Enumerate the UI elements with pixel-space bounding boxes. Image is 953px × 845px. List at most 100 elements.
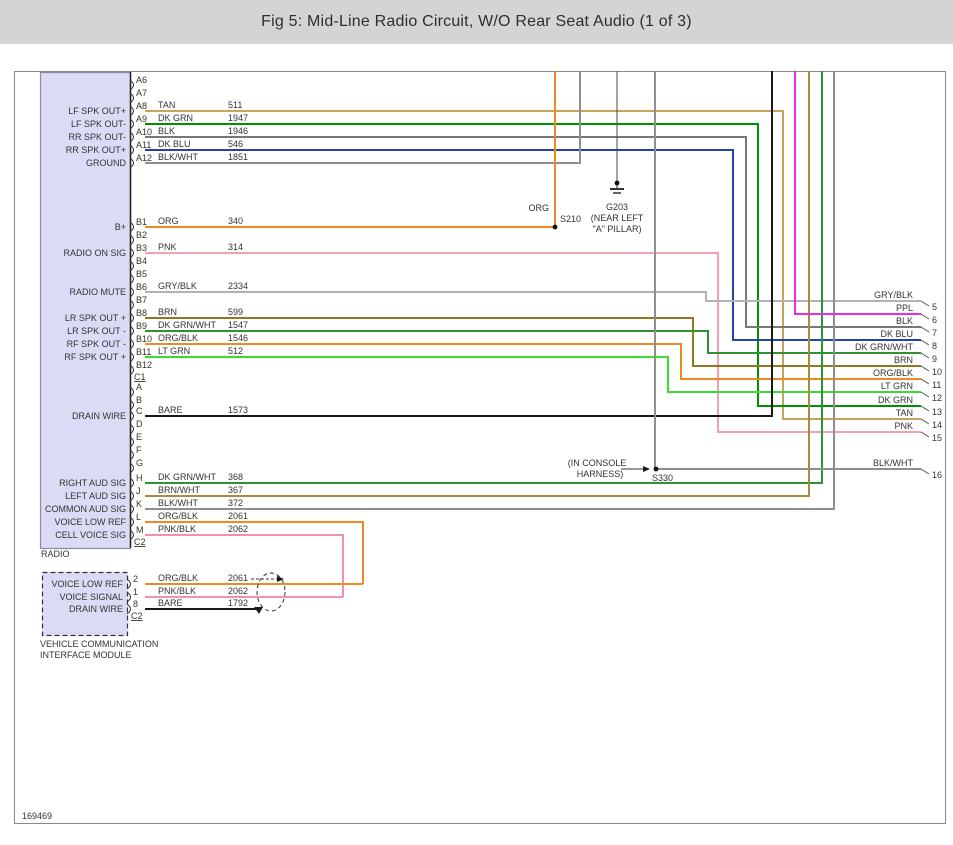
drain-arrow-head — [254, 607, 263, 614]
terminal-wire-label-6: PPL — [896, 303, 913, 313]
pin-id-vcim-2: 2 — [133, 574, 138, 584]
wire-a10-blk-1946 — [145, 136, 921, 328]
wire-color-label-radio-H: DK GRN/WHT — [158, 472, 216, 482]
ground-dot-g203 — [614, 180, 620, 186]
pin-signal-radio-A12: GROUND — [86, 158, 126, 168]
pin-signal-radio-C: DRAIN WIRE — [72, 411, 126, 421]
wire-circuit-label-radio-L: 2061 — [228, 511, 248, 521]
wire-circuit-label-radio-B9: 1547 — [228, 320, 248, 330]
pin-id-radio-A12: A12 — [136, 153, 152, 163]
terminal-number-8: 8 — [932, 341, 937, 351]
pin-id-radio-B8: B8 — [136, 308, 147, 318]
pin-id-radio-H: H — [136, 473, 143, 483]
wire-circuit-label-radio-M: 2062 — [228, 524, 248, 534]
pin-signal-radio-B6: RADIO MUTE — [69, 287, 126, 297]
pin-id-radio-A: A — [136, 382, 142, 392]
terminal-wire-label-7: BLK — [896, 316, 913, 326]
wiring-diagram: A6A7A8LF SPK OUT+TAN 511A9LF SPK OUT-DK G… — [14, 71, 946, 824]
wire-color-label-radio-A11: DK BLU — [158, 139, 191, 149]
terminal-number-12: 12 — [932, 393, 942, 403]
pin-id-radio-J: J — [136, 486, 141, 496]
pin-signal-radio-M: CELL VOICE SIG — [55, 530, 126, 540]
terminal-tick-13 — [920, 405, 930, 412]
pin-id-radio-G: G — [136, 458, 143, 468]
wire-circuit-label-radio-A10: 1946 — [228, 126, 248, 136]
pin-id-radio-F: F — [136, 445, 142, 455]
pin-signal-radio-B11: RF SPK OUT + — [64, 352, 126, 362]
wire-color-label-radio-J: BRN/WHT — [158, 485, 200, 495]
terminal-wire-label-11: ORG/BLK — [873, 368, 913, 378]
wire-a11-dkblu-546 — [145, 149, 921, 341]
pin-signal-radio-B3: RADIO ON SIG — [63, 248, 126, 258]
pin-signal-vcim-2: VOICE LOW REF — [51, 579, 123, 589]
pin-id-vcim-8: 8 — [133, 599, 138, 609]
console-arrow-head — [643, 466, 650, 472]
terminal-tick-6 — [920, 313, 930, 320]
wire-circuit-label-radio-A11: 546 — [228, 139, 243, 149]
pin-id-radio-B5: B5 — [136, 269, 147, 279]
figure-viewer-page: Fig 5: Mid-Line Radio Circuit, W/O Rear … — [0, 0, 953, 845]
console-note-2: HARNESS) — [577, 469, 624, 479]
pin-signal-radio-A8: LF SPK OUT+ — [68, 106, 126, 116]
pin-id-vcim-1: 1 — [133, 587, 138, 597]
terminal-wire-label-12: LT GRN — [881, 381, 913, 391]
terminal-wire-label-9: DK GRN/WHT — [855, 342, 913, 352]
wire-circuit-label-vcim-8: 1792 — [228, 598, 248, 608]
wire-circuit-label-radio-A9: 1947 — [228, 113, 248, 123]
terminal-number-16: 16 — [932, 470, 942, 480]
wire-circuit-label-radio-C: 1573 — [228, 405, 248, 415]
wire-color-label-vcim-8: BARE — [158, 598, 183, 608]
terminal-number-6: 6 — [932, 315, 937, 325]
pin-signal-radio-A10: RR SPK OUT- — [68, 132, 126, 142]
pin-id-radio-B10: B10 — [136, 334, 152, 344]
terminal-tick-12 — [920, 391, 930, 398]
wire-color-label-radio-B3: PNK — [158, 242, 177, 252]
wire-ppl-riser-term6 — [794, 71, 921, 315]
pin-id-radio-A11: A11 — [136, 140, 151, 150]
terminal-tick-14 — [920, 418, 930, 425]
pin-signal-radio-J: LEFT AUD SIG — [65, 491, 126, 501]
connector-label-radio-0: RADIO — [41, 549, 70, 559]
pin-id-radio-E: E — [136, 432, 142, 442]
pin-signal-radio-B8: LR SPK OUT + — [65, 313, 126, 323]
wire-circuit-label-radio-B6: 2334 — [228, 281, 248, 291]
pin-id-radio-B3: B3 — [136, 243, 147, 253]
terminal-wire-label-8: DK BLU — [880, 329, 913, 339]
pin-id-radio-K: K — [136, 499, 142, 509]
terminal-tick-11 — [920, 378, 930, 385]
terminal-tick-5 — [920, 300, 930, 307]
wire-color-label-radio-B1: ORG — [158, 216, 179, 226]
wire-circuit-label-radio-B11: 512 — [228, 346, 243, 356]
wire-color-label-radio-L: ORG/BLK — [158, 511, 198, 521]
pin-signal-vcim-8: DRAIN WIRE — [69, 604, 123, 614]
pin-id-radio-B6: B6 — [136, 282, 147, 292]
splice-s210-label: S210 — [560, 214, 581, 224]
ground-g203-note-1: (NEAR LEFT — [591, 213, 644, 223]
wire-color-label-radio-A8: TAN — [158, 100, 175, 110]
wire-b6-gryblk-2334 — [145, 291, 921, 302]
wire-circuit-label-radio-K: 372 — [228, 498, 243, 508]
connector-label-vcim-0: VEHICLE COMMUNICATION — [40, 639, 158, 649]
connector-section-vcim-C2: C2 — [131, 611, 143, 621]
wire-circuit-label-radio-J: 367 — [228, 485, 243, 495]
terminal-tick-7 — [920, 326, 930, 333]
wire-color-label-radio-A9: DK GRN — [158, 113, 193, 123]
wire-circuit-label-radio-B3: 314 — [228, 242, 243, 252]
wire-a8-tan-511 — [145, 110, 921, 420]
pin-id-radio-B1: B1 — [136, 217, 147, 227]
pin-id-radio-D: D — [136, 419, 143, 429]
terminal-wire-label-15: PNK — [894, 421, 913, 431]
pin-signal-radio-L: VOICE LOW REF — [54, 517, 126, 527]
wire-circuit-label-radio-B8: 599 — [228, 307, 243, 317]
connector-label-vcim-1: INTERFACE MODULE — [40, 650, 132, 660]
pin-signal-radio-A9: LF SPK OUT- — [71, 119, 126, 129]
pin-id-radio-A6: A6 — [136, 75, 147, 85]
pin-id-radio-B11: B11 — [136, 347, 151, 357]
pin-id-radio-B9: B9 — [136, 321, 147, 331]
connector-section-radio-C1: C1 — [134, 372, 146, 382]
pin-id-radio-A7: A7 — [136, 88, 147, 98]
wire-b8-brn-599 — [145, 317, 921, 367]
pin-signal-radio-H: RIGHT AUD SIG — [59, 478, 126, 488]
terminal-tick-9 — [920, 352, 930, 359]
pin-signal-radio-A11: RR SPK OUT+ — [66, 145, 126, 155]
